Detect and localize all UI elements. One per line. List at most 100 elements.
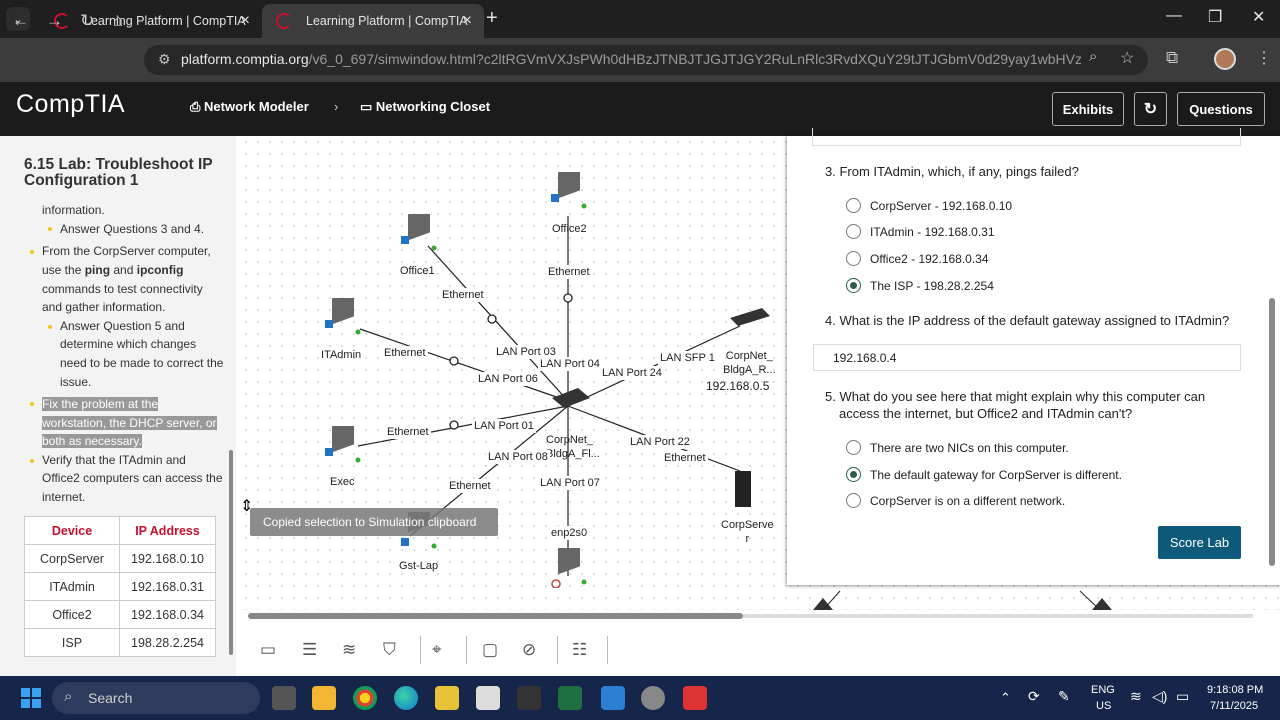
tab-title: Learning Platform | CompTIA — [306, 14, 468, 28]
questions-button[interactable]: Questions — [1177, 92, 1265, 126]
extensions-icon[interactable]: ⧉ — [1166, 48, 1178, 68]
language-us[interactable]: US — [1096, 700, 1111, 712]
server-tool-icon[interactable]: ☰ — [302, 640, 317, 660]
port-label: enp2s0 — [549, 526, 590, 540]
office2-computer-icon[interactable] — [548, 164, 588, 212]
instruction-text: and gather information. — [42, 300, 166, 314]
close-window-button[interactable]: ✕ — [1252, 7, 1265, 27]
file-explorer-icon[interactable] — [312, 686, 336, 710]
wireless-tool-icon[interactable]: ≋ — [342, 640, 356, 660]
workstation-tool-icon[interactable]: ▭ — [260, 640, 276, 660]
score-lab-button[interactable]: Score Lab — [1158, 526, 1241, 559]
q3-option-1[interactable]: CorpServer - 192.168.0.10 — [846, 198, 1012, 213]
device-name-office2: Office2 — [552, 223, 587, 235]
zoom-search-icon[interactable]: ⌕ — [1089, 48, 1097, 65]
chrome-icon[interactable] — [353, 686, 377, 710]
taskbar-search[interactable]: ⌕ Search — [52, 682, 260, 714]
browser-tab-2[interactable]: Learning Platform | CompTIA × — [262, 4, 484, 38]
instructions-scrollbar[interactable] — [228, 205, 234, 655]
exhibits-button[interactable]: Exhibits — [1052, 92, 1124, 126]
instruction-text: Answer Questions 3 and 4. — [60, 222, 205, 236]
radio-button[interactable] — [846, 493, 861, 508]
radio-button[interactable] — [846, 224, 861, 239]
profile-avatar[interactable] — [1214, 48, 1236, 70]
excel-icon[interactable] — [558, 686, 582, 710]
radio-button[interactable] — [846, 251, 861, 266]
language-eng[interactable]: ENG — [1091, 684, 1115, 696]
connect-tool-icon[interactable]: ⌖ — [432, 640, 442, 660]
q5-option-3[interactable]: CorpServer is on a different network. — [846, 493, 1065, 508]
clock-date[interactable]: 7/11/2025 — [1210, 700, 1258, 712]
radio-button[interactable] — [846, 440, 861, 455]
bookmark-star-icon[interactable]: ☆ — [1120, 48, 1134, 68]
firewall-tool-icon[interactable]: ⛉ — [383, 640, 396, 660]
site-info-icon[interactable]: ⚙ — [158, 51, 171, 68]
url-text[interactable]: platform.comptia.org/v6_0_697/simwindow.… — [181, 51, 1081, 67]
note-tool-icon[interactable]: ▢ — [482, 640, 498, 660]
minimize-button[interactable]: — — [1166, 7, 1182, 25]
instruction-text: determine which changes — [60, 337, 197, 351]
media-app-icon[interactable] — [517, 686, 541, 710]
column-header: Device — [24, 516, 120, 545]
edge-icon[interactable] — [394, 686, 418, 710]
battery-icon[interactable]: ▭ — [1176, 688, 1189, 705]
q3-option-3[interactable]: Office2 - 192.168.0.34 — [846, 251, 989, 266]
breadcrumb-networking-closet[interactable]: ▭ Networking Closet — [360, 99, 490, 115]
itadmin-computer-icon[interactable] — [322, 290, 362, 338]
q3-option-4[interactable]: The ISP - 198.28.2.254 — [846, 278, 994, 293]
scrollbar-thumb[interactable] — [248, 613, 743, 619]
list-tool-icon[interactable]: ☷ — [572, 640, 587, 660]
pen-icon[interactable]: ✎ — [1058, 688, 1070, 705]
toolbar-divider — [607, 636, 608, 664]
home-icon[interactable]: ⌂ — [113, 11, 123, 31]
instruction-text: use the ping and ipconfig — [42, 263, 184, 277]
port-label: LAN Port 22 — [628, 435, 692, 449]
radio-button[interactable] — [846, 198, 861, 213]
clock-time[interactable]: 9:18:08 PM — [1207, 684, 1263, 696]
browser-menu-icon[interactable]: ⋮ — [1256, 48, 1272, 68]
mouse-cursor-icon: ⇕ — [240, 498, 254, 515]
scrollbar-thumb[interactable] — [1269, 298, 1275, 566]
task-view-icon[interactable] — [272, 686, 296, 710]
q5-option-2[interactable]: The default gateway for CorpServer is di… — [846, 467, 1122, 482]
reload-icon[interactable]: ↻ — [80, 11, 94, 31]
network-app-icon[interactable] — [641, 686, 665, 710]
network-modeler-icon: ⎙ — [190, 99, 205, 114]
maximize-button[interactable]: ❐ — [1208, 7, 1222, 27]
previous-answer-field[interactable] — [812, 128, 1241, 146]
instruction-text: commands to test connectivity — [42, 282, 203, 296]
volume-icon[interactable]: ◁) — [1152, 688, 1167, 705]
back-icon[interactable]: ← — [12, 11, 29, 31]
notes-app-icon[interactable] — [435, 686, 459, 710]
app-icon[interactable] — [683, 686, 707, 710]
isp-computer-icon[interactable] — [548, 540, 588, 589]
scrollbar-thumb[interactable] — [229, 450, 233, 655]
app-icon[interactable] — [476, 686, 500, 710]
questions-scrollbar[interactable] — [1266, 138, 1278, 584]
wifi-icon[interactable]: ≋ — [1130, 688, 1142, 705]
canvas-horizontal-scrollbar[interactable] — [240, 610, 1280, 622]
q3-option-2[interactable]: ITAdmin - 192.168.0.31 — [846, 224, 995, 239]
office1-computer-icon[interactable] — [398, 206, 438, 254]
q5-option-1[interactable]: There are two NICs on this computer. — [846, 440, 1069, 455]
windows-start-icon[interactable] — [21, 688, 41, 708]
browser-tab-1[interactable]: Learning Platform | CompTIA × — [40, 4, 262, 38]
show-hidden-icons-icon[interactable]: ⌃ — [1000, 690, 1011, 706]
close-tab-icon[interactable]: × — [463, 12, 472, 30]
breadcrumb-network-modeler[interactable]: ⎙ Network Modeler — [190, 99, 309, 115]
sync-icon[interactable]: ⟳ — [1028, 688, 1040, 705]
exec-computer-icon[interactable] — [322, 418, 362, 466]
refresh-button[interactable]: ↻ — [1134, 92, 1167, 126]
q4-answer-input[interactable]: 192.168.0.4 — [813, 344, 1241, 371]
hide-tool-icon[interactable]: ⊘ — [522, 640, 536, 660]
question-5-line2: access the internet, but Office2 and ITA… — [839, 406, 1133, 421]
device-name-exec: Exec — [330, 476, 355, 488]
calendar-app-icon[interactable] — [601, 686, 625, 710]
radio-button-selected[interactable] — [846, 278, 861, 293]
new-tab-button[interactable]: + — [486, 7, 498, 30]
forward-icon[interactable]: → — [46, 11, 63, 31]
radio-button-selected[interactable] — [846, 467, 861, 482]
ip-cell: 192.168.0.34 — [119, 600, 216, 629]
instructions-scroll[interactable]: information. Answer Questions 3 and 4. F… — [0, 194, 228, 514]
close-tab-icon[interactable]: × — [241, 12, 250, 30]
